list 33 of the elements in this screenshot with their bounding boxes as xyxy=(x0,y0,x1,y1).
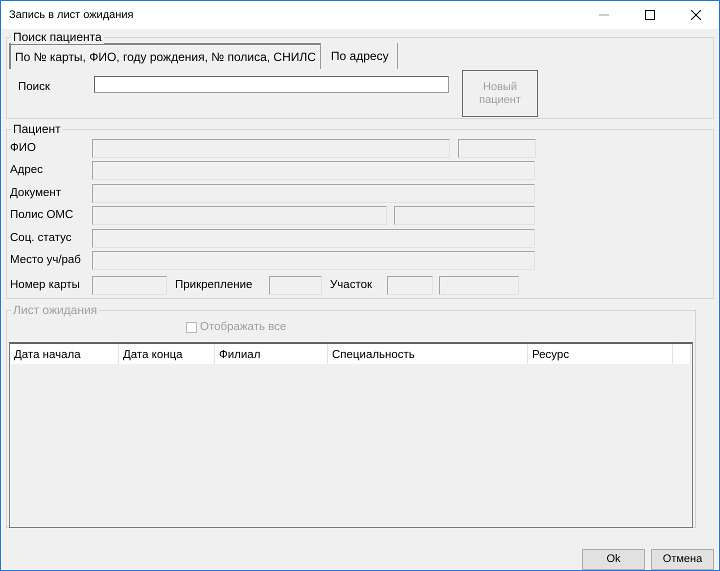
field-label: Участок xyxy=(330,278,374,293)
field-label: Место уч/раб xyxy=(10,253,82,268)
text-field[interactable] xyxy=(394,206,535,226)
text-field[interactable] xyxy=(92,184,535,203)
field-label: Прикрепление xyxy=(175,278,254,293)
group-title: Лист ожидания xyxy=(11,303,100,317)
checkbox-label: Отображать все xyxy=(200,320,286,335)
close-icon[interactable] xyxy=(691,10,701,20)
text-field[interactable] xyxy=(439,276,519,295)
field-label: ФИО xyxy=(10,140,37,156)
field-label: Полис ОМС xyxy=(10,208,74,224)
text-field[interactable] xyxy=(269,276,322,295)
text-field[interactable] xyxy=(92,206,387,226)
text-field[interactable] xyxy=(92,251,535,270)
window-title: Запись в лист ожидания xyxy=(9,8,134,23)
group-title: Пациент xyxy=(11,122,63,136)
search-field[interactable] xyxy=(94,76,449,93)
dialog-button[interactable]: Ok xyxy=(582,549,645,570)
dialog-button[interactable]: Отмена xyxy=(651,549,714,570)
text-field[interactable] xyxy=(92,276,167,295)
field-label: Адрес xyxy=(10,163,44,178)
field-label: Поиск xyxy=(18,81,50,93)
text-field[interactable] xyxy=(92,161,535,180)
maximize-icon[interactable] xyxy=(645,10,655,20)
text-field[interactable] xyxy=(92,228,535,248)
group-title: Поиск пациента xyxy=(11,30,104,44)
tab[interactable]: По № карты, ФИО, году рождения, № полиса, СНИЛС xyxy=(9,43,321,69)
field-label: Документ xyxy=(10,186,62,201)
text-field[interactable] xyxy=(387,276,433,295)
field-label: Номер карты xyxy=(10,278,81,293)
text-field[interactable] xyxy=(92,138,450,158)
field-label: Соц. статус xyxy=(10,230,72,246)
text-field[interactable] xyxy=(458,138,536,158)
